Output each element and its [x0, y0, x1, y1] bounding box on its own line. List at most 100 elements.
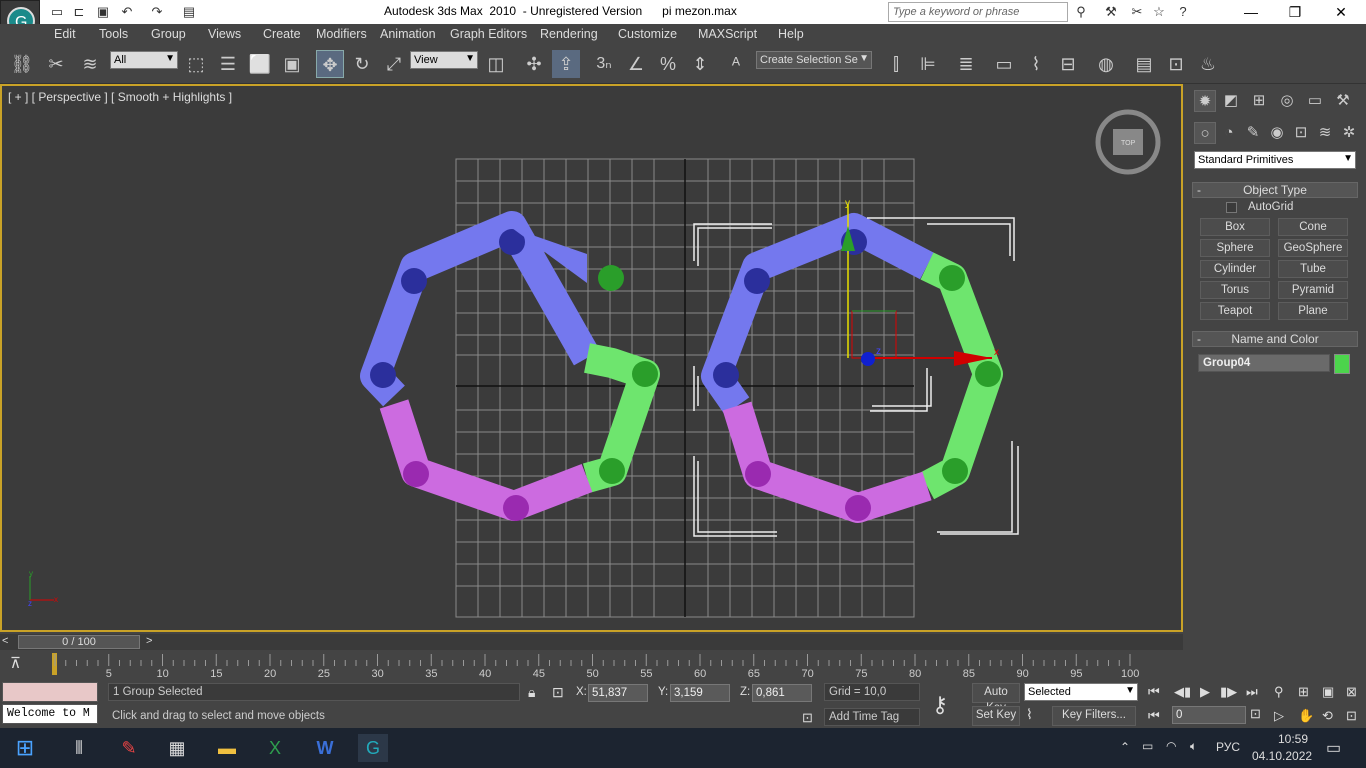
plane-button[interactable]: Plane [1278, 302, 1348, 320]
orbit-icon[interactable]: ⟲ [1322, 708, 1333, 724]
key-mode-dropdown[interactable]: Selected ▼ [1024, 683, 1138, 701]
clock-time[interactable]: 10:59 [1278, 732, 1308, 746]
bind-space-warp-icon[interactable]: ≋ [76, 50, 104, 78]
time-slider-next-icon[interactable]: > [146, 635, 152, 647]
menu-rendering[interactable]: Rendering [540, 27, 598, 41]
set-key-icon[interactable]: ⚷ [932, 692, 948, 718]
lock-selection-icon[interactable]: 🔒︎ [528, 684, 535, 701]
schematic-view-icon[interactable]: ⊟ [1054, 50, 1082, 78]
word-app-icon[interactable]: W [310, 734, 340, 762]
zoom-all-icon[interactable]: ⊞ [1298, 684, 1309, 700]
menu-edit[interactable]: Edit [54, 27, 76, 41]
redo-icon[interactable]: ↷ [148, 3, 166, 21]
torus-button[interactable]: Torus [1200, 281, 1270, 299]
selection-filter-dropdown[interactable]: All ▼ [110, 51, 178, 69]
task-view-icon[interactable]: ⫴ [64, 734, 94, 762]
cylinder-button[interactable]: Cylinder [1200, 260, 1270, 278]
absolute-mode-icon[interactable]: ⊡ [552, 684, 564, 701]
window-crossing-icon[interactable]: ▣ [278, 50, 306, 78]
maximize-button[interactable]: ❐ [1272, 0, 1318, 24]
project-folder-icon[interactable]: ▤ [180, 3, 198, 21]
3dsmax-app-icon[interactable]: G [358, 734, 388, 762]
graphite-ribbon-icon[interactable]: ▭ [990, 50, 1018, 78]
keyboard-shortcut-override-icon[interactable]: ⇪ [552, 50, 580, 78]
next-frame-icon[interactable]: ▮▶ [1220, 684, 1237, 700]
name-color-rollout-header[interactable]: - Name and Color [1192, 331, 1358, 347]
spinner-snap-icon[interactable]: ⇕ [686, 50, 714, 78]
key-filters-button[interactable]: Key Filters... [1052, 706, 1136, 726]
new-file-icon[interactable]: ▭ [48, 3, 66, 21]
object-type-rollout-header[interactable]: - Object Type [1192, 182, 1358, 198]
systems-icon[interactable]: ✲ [1338, 122, 1360, 144]
viewcube[interactable]: TOP [1095, 109, 1161, 175]
favorites-icon[interactable]: ☆ [1150, 3, 1168, 21]
align-icon[interactable]: ⊫ [914, 50, 942, 78]
x-coord-input[interactable]: 51,837 [588, 684, 648, 702]
zoom-extents-all-icon[interactable]: ⊠ [1346, 684, 1357, 700]
calculator-app-icon[interactable]: ▦ [162, 734, 192, 762]
snaps-toggle-icon[interactable]: 3ₙ [590, 50, 618, 78]
subscription-icon[interactable]: ⚒ [1102, 3, 1120, 21]
go-to-end-icon[interactable]: ⏭ [1246, 684, 1258, 700]
go-to-start-icon[interactable]: ⏮ [1148, 684, 1160, 700]
pyramid-button[interactable]: Pyramid [1278, 281, 1348, 299]
cameras-icon[interactable]: ◉ [1266, 122, 1288, 144]
previous-frame-icon[interactable]: ◀▮ [1174, 684, 1191, 700]
key-mode-toggle-icon[interactable]: ⏮ [1148, 708, 1160, 724]
quick-render-teapot-icon[interactable]: ♨ [1194, 50, 1222, 78]
wifi-icon[interactable]: ◠ [1166, 739, 1176, 753]
space-warps-icon[interactable]: ≋ [1314, 122, 1336, 144]
default-tangent-icon[interactable]: ⌇ [1026, 706, 1033, 723]
create-tab-icon[interactable]: ✹ [1194, 90, 1216, 112]
teapot-button[interactable]: Teapot [1200, 302, 1270, 320]
box-button[interactable]: Box [1200, 218, 1270, 236]
menu-tools[interactable]: Tools [99, 27, 128, 41]
select-object-icon[interactable]: ⬚ [182, 50, 210, 78]
sphere-button[interactable]: Sphere [1200, 239, 1270, 257]
autogrid-checkbox[interactable] [1226, 202, 1237, 213]
perspective-viewport[interactable]: [ + ] [ Perspective ] [ Smooth + Highlig… [0, 84, 1183, 632]
rectangular-selection-icon[interactable]: ⬜ [246, 50, 274, 78]
layer-manager-icon[interactable]: ≣ [952, 50, 980, 78]
undo-icon[interactable]: ↶ [118, 3, 136, 21]
track-bar[interactable]: ⊼ 5 10 15 20 25 30 35 40 45 50 55 60 65 70 75 80 85 90 95 1… [0, 650, 1183, 680]
select-by-name-icon[interactable]: ☰ [214, 50, 242, 78]
menu-create[interactable]: Create [263, 27, 301, 41]
shapes-icon[interactable]: ◔ [1218, 122, 1240, 144]
zoom-extents-icon[interactable]: ▣ [1322, 684, 1334, 700]
geosphere-button[interactable]: GeoSphere [1278, 239, 1348, 257]
link-icon[interactable]: ⛓ [8, 50, 36, 78]
close-button[interactable]: ✕ [1318, 0, 1364, 24]
lights-icon[interactable]: ✎ [1242, 122, 1264, 144]
play-icon[interactable]: ▶ [1200, 684, 1210, 700]
edit-named-selection-icon[interactable]: ᴬ [722, 50, 750, 78]
menu-graph-editors[interactable]: Graph Editors [450, 27, 527, 41]
named-selection-set-dropdown[interactable]: Create Selection Se ▼ [756, 51, 872, 69]
select-and-scale-icon[interactable]: ⤢ [380, 50, 408, 78]
display-tab-icon[interactable]: ▭ [1304, 90, 1326, 112]
mirror-icon[interactable]: ⫿ [882, 50, 910, 78]
binoculars-icon[interactable]: ⚲ [1072, 3, 1090, 21]
minimize-button[interactable]: — [1228, 0, 1274, 24]
excel-app-icon[interactable]: X [260, 734, 290, 762]
reference-coordinate-dropdown[interactable]: View ▼ [410, 51, 478, 69]
primitive-type-dropdown[interactable]: Standard Primitives ▼ [1194, 151, 1356, 169]
current-frame-input[interactable]: 0 [1172, 706, 1246, 724]
menu-group[interactable]: Group [151, 27, 186, 41]
modify-tab-icon[interactable]: ◩ [1220, 90, 1242, 112]
auto-key-button[interactable]: Auto Key [972, 683, 1020, 714]
angle-snap-icon[interactable]: ∠ [622, 50, 650, 78]
pan-view-icon[interactable]: ✋ [1298, 708, 1314, 724]
help-icon[interactable]: ? [1174, 3, 1192, 21]
menu-customize[interactable]: Customize [618, 27, 677, 41]
cone-button[interactable]: Cone [1278, 218, 1348, 236]
unlink-icon[interactable]: ✂ [42, 50, 70, 78]
add-time-tag[interactable]: Add Time Tag [824, 708, 920, 726]
show-hidden-icons-icon[interactable]: ⌃ [1120, 740, 1130, 754]
select-and-move-icon[interactable]: ✥ [316, 50, 344, 78]
manipulate-icon[interactable]: ✣ [520, 50, 548, 78]
time-slider-prev-icon[interactable]: < [2, 635, 8, 647]
maxscript-output[interactable]: Welcome to M [2, 704, 98, 724]
start-button-icon[interactable]: ⊞ [10, 734, 40, 762]
tube-button[interactable]: Tube [1278, 260, 1348, 278]
